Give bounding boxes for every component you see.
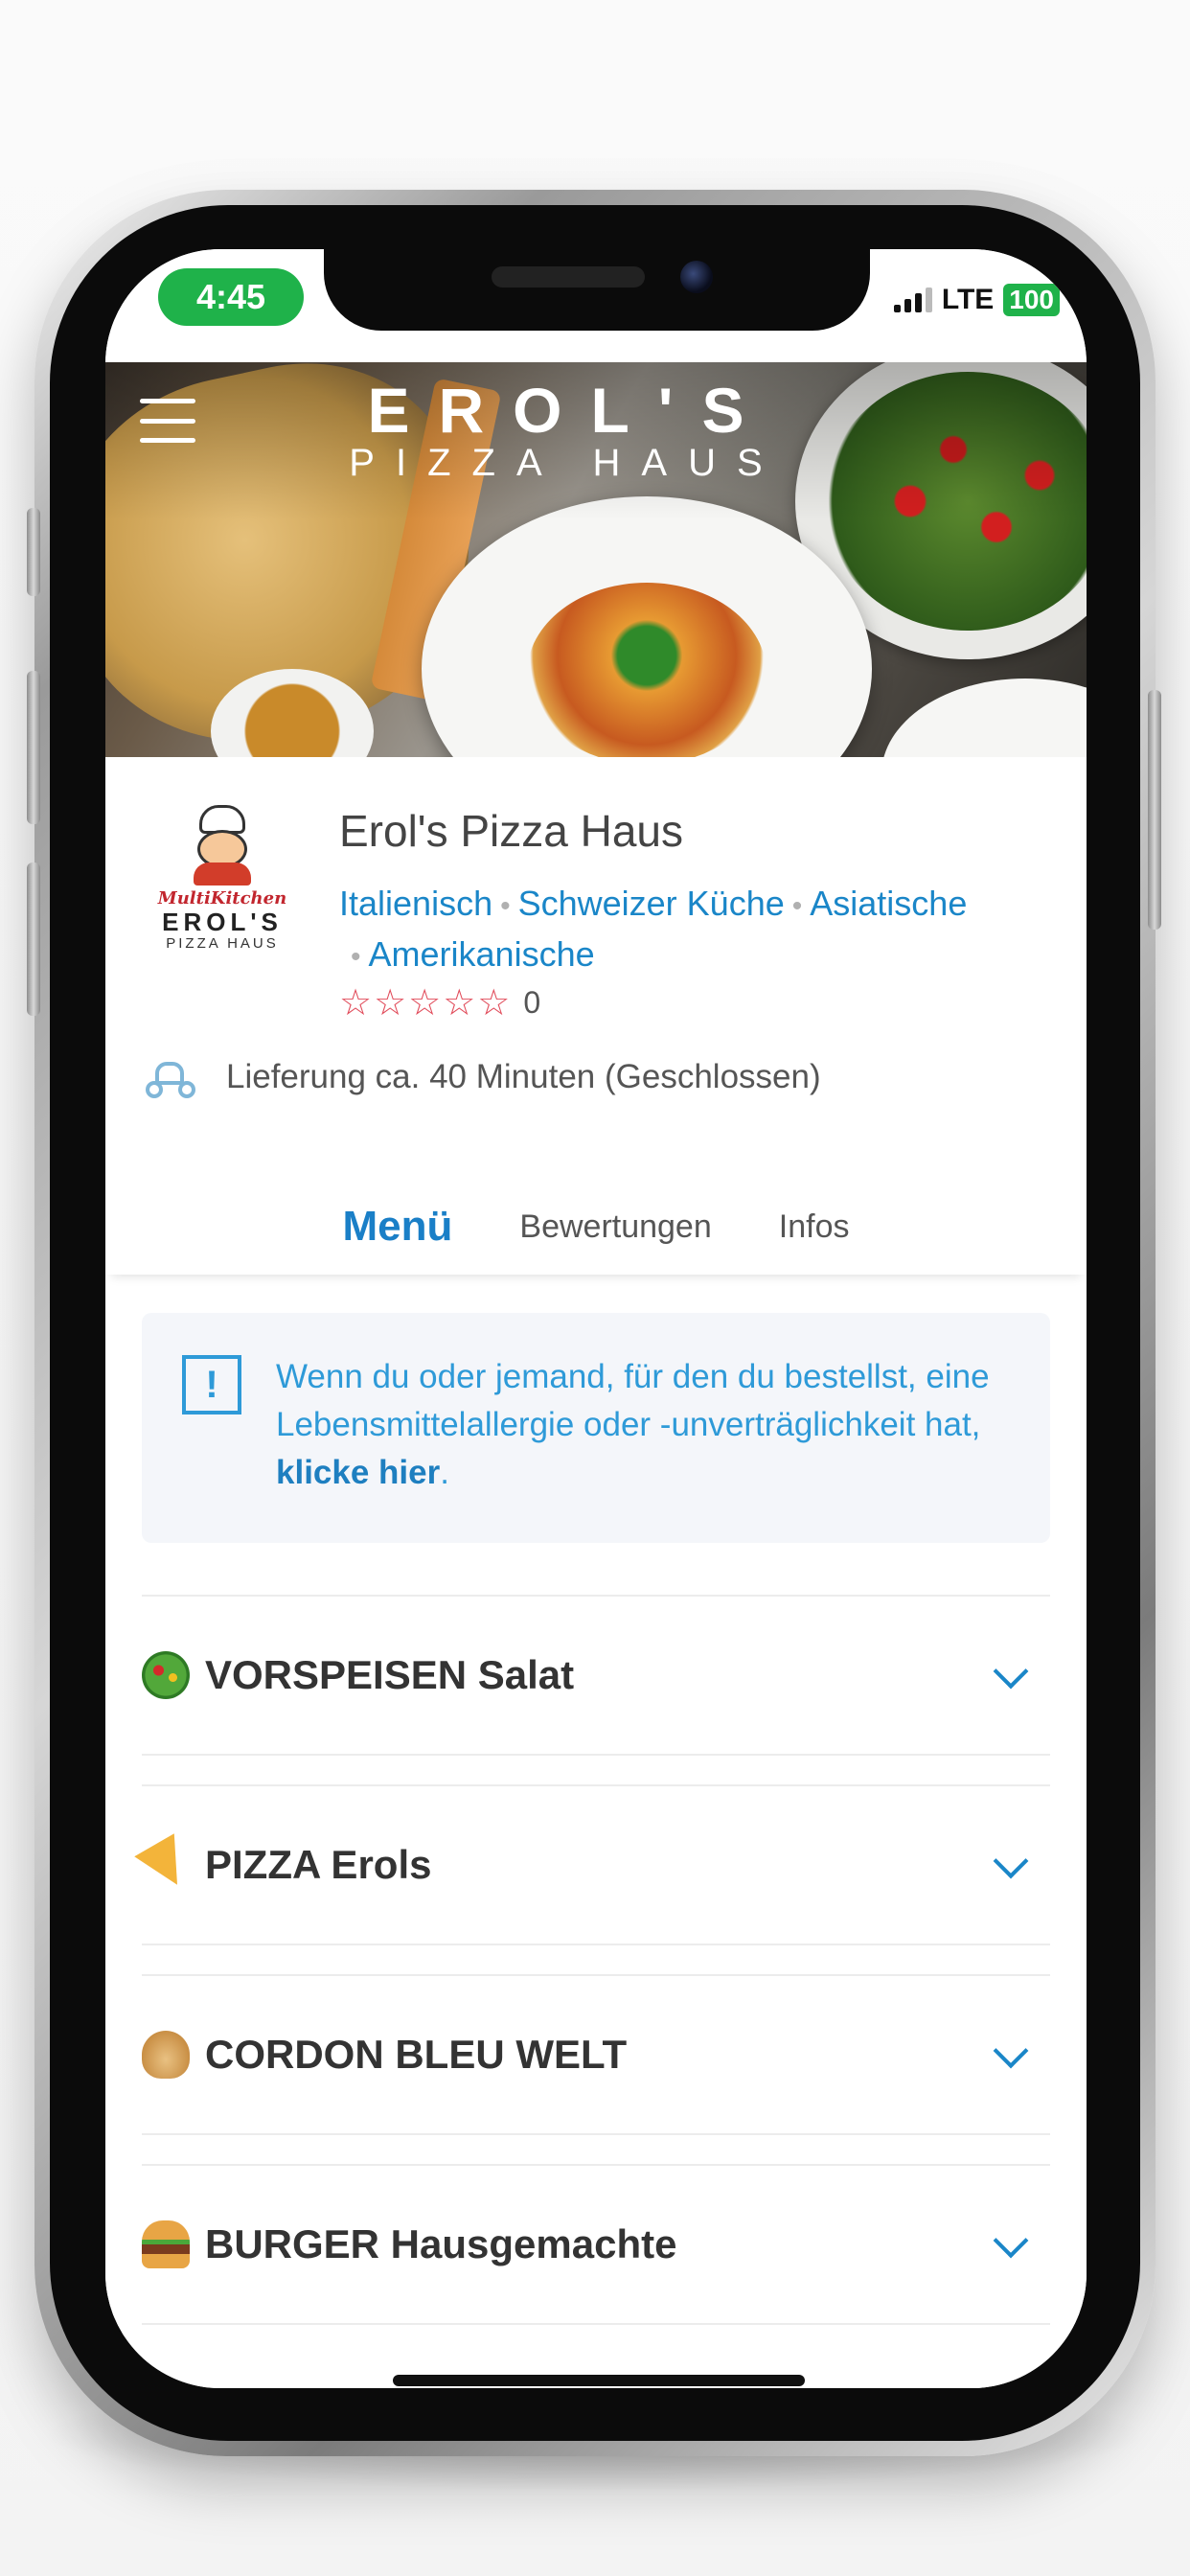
hero-logo: EROL'S PIZZA HAUS [297,378,814,483]
hero-logo-subtitle: PIZZA HAUS [349,442,784,484]
hamburger-icon[interactable] [140,399,195,443]
chevron-down-icon[interactable] [993,1659,1025,1691]
mute-switch [27,508,40,596]
volume-down-button [27,862,40,1016]
category-title: BURGER Hausgemachte [205,2221,677,2266]
burger-emoji-icon [142,2220,190,2268]
delivery-text: Lieferung ca. 40 Minuten (Geschlossen) [226,1058,821,1095]
pizza-emoji-icon [134,1833,197,1897]
salad-emoji-icon [142,1651,190,1699]
hero-logo-title: EROL'S [367,375,773,446]
tab-reviews[interactable]: Bewertungen [519,1208,711,1246]
status-indicators: LTE 100 [893,284,1060,316]
phone-screen: 4:45 LTE 100 EROL'S PIZZA HAUS MultiKitc… [105,249,1087,2388]
allergy-link[interactable]: klicke hier [276,1454,440,1491]
hero-banner: EROL'S PIZZA HAUS [105,362,1087,757]
rating: ☆☆☆☆☆ 0 [339,981,540,1024]
tab-info[interactable]: Infos [779,1208,850,1246]
battery-icon: 100 [1003,284,1060,316]
category-pizza[interactable]: PIZZA Erols [134,1784,1050,1945]
allergy-text: Wenn du oder jemand, für den du bestells… [276,1353,1023,1497]
cuisine-tag[interactable]: Schweizer Küche [518,884,785,923]
logo-line2: EROL'S [162,908,283,936]
category-title: PIZZA Erols [205,1842,432,1887]
category-title: CORDON BLEU WELT [205,2032,628,2077]
allergy-end: . [440,1454,449,1491]
category-burger[interactable]: BURGER Hausgemachte [142,2164,1050,2325]
tab-bar: Menü Bewertungen Infos [105,1179,1087,1275]
restaurant-logo: MultiKitchen EROL'S PIZZA HAUS [146,805,299,958]
speaker [492,266,645,288]
restaurant-name: Erol's Pizza Haus [339,806,684,856]
exclamation-icon: ! [182,1355,241,1414]
signal-icon [893,288,932,312]
delivery-info: Lieferung ca. 40 Minuten (Geschlossen) [144,1056,821,1098]
scooter-icon [144,1056,197,1098]
cuisine-list: Italienisch • Schweizer Küche • Asiatische • A… [339,884,968,974]
chevron-down-icon[interactable] [993,2228,1025,2261]
volume-up-button [27,671,40,824]
menu-content: ! Wenn du oder jemand, für den du bestel… [105,1275,1087,2388]
allergy-message: Wenn du oder jemand, für den du bestells… [276,1358,990,1443]
network-type: LTE [941,284,995,315]
cuisine-tag[interactable]: Amerikanische [369,934,595,974]
front-camera [680,261,713,293]
status-time: 4:45 [158,268,304,326]
cuisine-tag[interactable]: Italienisch [339,884,492,923]
category-title: VORSPEISEN Salat [205,1652,575,1697]
chevron-down-icon[interactable] [993,2038,1025,2071]
category-vorspeisen[interactable]: VORSPEISEN Salat [142,1595,1050,1756]
allergy-notice: ! Wenn du oder jemand, für den du bestel… [142,1313,1050,1543]
power-button [1148,690,1161,930]
home-indicator[interactable] [393,2375,805,2386]
restaurant-info: MultiKitchen EROL'S PIZZA HAUS Erol's Pi… [105,757,1087,1275]
chef-mascot-icon [184,805,261,886]
tab-menu[interactable]: Menü [343,1203,453,1251]
category-cordon-bleu[interactable]: CORDON BLEU WELT [142,1974,1050,2135]
dumpling-emoji-icon [142,2031,190,2079]
rating-count: 0 [523,985,541,1020]
logo-line1: MultiKitchen [157,888,287,908]
logo-line3: PIZZA HAUS [166,935,279,952]
cuisine-tag[interactable]: Asiatische [810,884,967,923]
notch [324,249,870,331]
status-bar: 4:45 LTE 100 [105,249,1087,362]
star-rating-icon: ☆☆☆☆☆ [339,983,513,1024]
chevron-down-icon[interactable] [993,1849,1025,1881]
